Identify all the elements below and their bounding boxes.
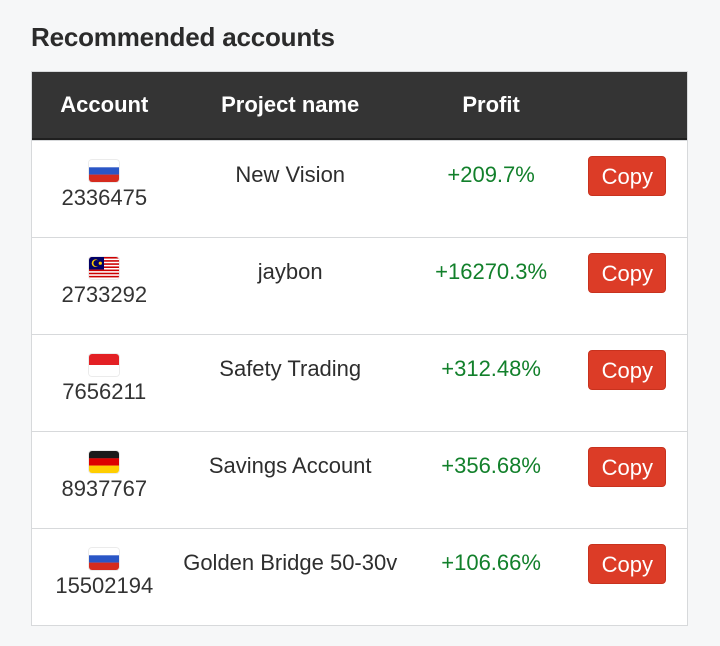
indonesia-flag-icon bbox=[89, 354, 120, 376]
profit-value: +106.66% bbox=[441, 550, 541, 575]
table-row: 2336475 New Vision +209.7% Copy bbox=[32, 140, 687, 237]
action-cell: Copy bbox=[578, 432, 687, 487]
profit-value: +16270.3% bbox=[435, 259, 548, 284]
germany-flag-icon bbox=[89, 451, 120, 473]
header-profit: Profit bbox=[462, 92, 520, 117]
russia-flag-icon bbox=[89, 160, 120, 182]
project-name[interactable]: Safety Trading bbox=[177, 335, 404, 386]
account-cell: 7656211 bbox=[32, 335, 177, 409]
project-name[interactable]: Golden Bridge 50-30v bbox=[177, 529, 404, 580]
copy-button[interactable]: Copy bbox=[588, 447, 667, 487]
accounts-table: Account Project name Profit 2336475 New … bbox=[31, 71, 688, 626]
project-name[interactable]: New Vision bbox=[177, 141, 404, 192]
table-row: 2733292 jaybon +16270.3% Copy bbox=[32, 237, 687, 334]
russia-flag-icon bbox=[89, 548, 120, 570]
copy-button[interactable]: Copy bbox=[588, 350, 667, 390]
table-header: Account Project name Profit bbox=[32, 72, 687, 140]
action-cell: Copy bbox=[578, 238, 687, 293]
account-cell: 8937767 bbox=[32, 432, 177, 506]
project-name[interactable]: Savings Account bbox=[177, 432, 404, 483]
account-cell: 2336475 bbox=[32, 141, 177, 215]
account-cell: 15502194 bbox=[32, 529, 177, 603]
project-name[interactable]: jaybon bbox=[177, 238, 404, 289]
copy-button[interactable]: Copy bbox=[588, 253, 667, 293]
copy-button[interactable]: Copy bbox=[588, 544, 667, 584]
profit-value: +209.7% bbox=[447, 162, 535, 187]
section-title: Recommended accounts bbox=[31, 22, 335, 52]
account-number[interactable]: 15502194 bbox=[32, 569, 177, 603]
action-cell: Copy bbox=[578, 335, 687, 390]
action-cell: Copy bbox=[578, 529, 687, 584]
account-number[interactable]: 2336475 bbox=[32, 181, 177, 215]
header-project-name: Project name bbox=[221, 92, 360, 117]
table-row: 15502194 Golden Bridge 50-30v +106.66% C… bbox=[32, 528, 687, 625]
account-number[interactable]: 2733292 bbox=[32, 278, 177, 312]
account-number[interactable]: 8937767 bbox=[32, 472, 177, 506]
malaysia-flag-icon bbox=[89, 257, 120, 279]
profit-value: +356.68% bbox=[441, 453, 541, 478]
profit-value: +312.48% bbox=[441, 356, 541, 381]
account-number[interactable]: 7656211 bbox=[32, 375, 177, 409]
copy-button[interactable]: Copy bbox=[588, 156, 667, 196]
table-row: 7656211 Safety Trading +312.48% Copy bbox=[32, 334, 687, 431]
table-row: 8937767 Savings Account +356.68% Copy bbox=[32, 431, 687, 528]
account-cell: 2733292 bbox=[32, 238, 177, 312]
action-cell: Copy bbox=[578, 141, 687, 196]
header-account: Account bbox=[60, 92, 149, 117]
